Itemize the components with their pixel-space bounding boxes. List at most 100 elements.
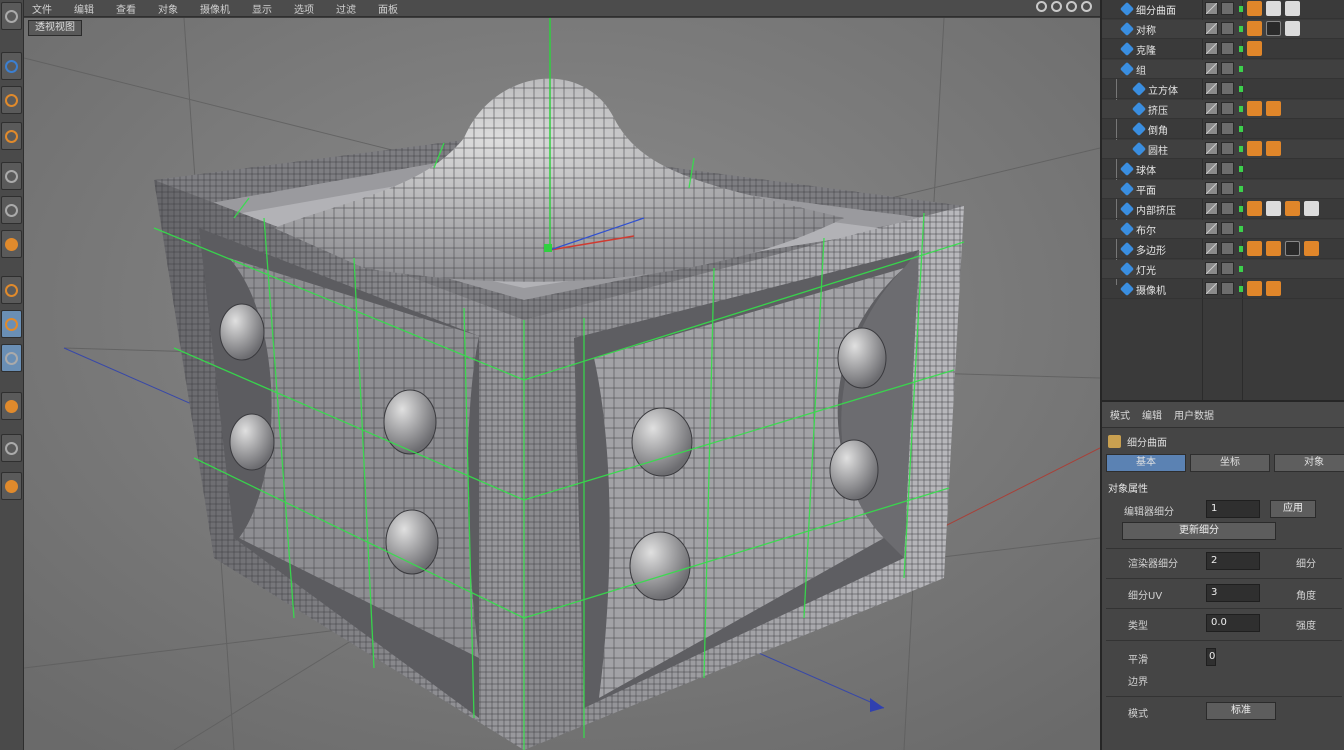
orbit-icon[interactable] — [1066, 1, 1077, 12]
object-name[interactable]: 圆柱 — [1148, 142, 1168, 157]
enabled-indicator[interactable] — [1239, 186, 1243, 192]
live-select-button[interactable] — [1, 162, 22, 190]
menu-display[interactable]: 显示 — [252, 1, 272, 16]
tab-coord[interactable]: 坐标 — [1190, 454, 1270, 472]
visibility-toggle[interactable] — [1205, 122, 1218, 135]
tag-icon[interactable] — [1304, 201, 1319, 216]
enabled-indicator[interactable] — [1239, 66, 1243, 72]
render-toggle[interactable] — [1221, 282, 1234, 295]
attr-menu-userdata[interactable]: 用户数据 — [1174, 407, 1214, 422]
enabled-indicator[interactable] — [1239, 286, 1243, 292]
render-toggle[interactable] — [1221, 102, 1234, 115]
object-row[interactable]: 细分曲面 — [1102, 0, 1344, 19]
object-name[interactable]: 克隆 — [1136, 42, 1156, 57]
menu-panel[interactable]: 面板 — [378, 1, 398, 16]
object-name[interactable]: 挤压 — [1148, 102, 1168, 117]
subdivision-button[interactable] — [1, 310, 22, 338]
knife-tool-button[interactable] — [1, 196, 22, 224]
render-toggle[interactable] — [1221, 2, 1234, 15]
mode-dropdown[interactable]: 标准 — [1206, 702, 1276, 720]
enabled-indicator[interactable] — [1239, 106, 1243, 112]
object-row[interactable]: 组 — [1102, 60, 1344, 79]
render-toggle[interactable] — [1221, 182, 1234, 195]
object-name[interactable]: 摄像机 — [1136, 282, 1166, 297]
tag-icon[interactable] — [1247, 1, 1262, 16]
object-row[interactable]: 克隆 — [1102, 40, 1344, 59]
editor-subdiv-field[interactable]: 1 — [1206, 500, 1260, 518]
pen-tool-button[interactable] — [1, 276, 22, 304]
tag-icon[interactable] — [1247, 21, 1262, 36]
tag-icon[interactable] — [1247, 41, 1262, 56]
object-row[interactable]: 内部挤压 — [1102, 200, 1344, 219]
visibility-toggle[interactable] — [1205, 182, 1218, 195]
object-row[interactable]: 倒角 — [1102, 120, 1344, 139]
render-toggle[interactable] — [1221, 202, 1234, 215]
render-toggle[interactable] — [1221, 22, 1234, 35]
light-button[interactable] — [1, 472, 22, 500]
zoom-icon[interactable] — [1051, 1, 1062, 12]
object-row[interactable]: 球体 — [1102, 160, 1344, 179]
render-toggle[interactable] — [1221, 162, 1234, 175]
tag-icon[interactable] — [1247, 281, 1262, 296]
menu-camera[interactable]: 摄像机 — [200, 1, 230, 16]
menu-edit[interactable]: 编辑 — [74, 1, 94, 16]
object-name[interactable]: 内部挤压 — [1136, 202, 1176, 217]
menu-object[interactable]: 对象 — [158, 1, 178, 16]
object-name[interactable]: 球体 — [1136, 162, 1156, 177]
menu-filter[interactable]: 过滤 — [336, 1, 356, 16]
enabled-indicator[interactable] — [1239, 6, 1243, 12]
tag-icon[interactable] — [1266, 241, 1281, 256]
render-toggle[interactable] — [1221, 42, 1234, 55]
viewport-tab[interactable]: 透视视图 — [28, 20, 82, 36]
visibility-toggle[interactable] — [1205, 82, 1218, 95]
tag-icon[interactable] — [1266, 281, 1281, 296]
menu-view[interactable]: 查看 — [116, 1, 136, 16]
tag-icon[interactable] — [1285, 21, 1300, 36]
tag-icon[interactable] — [1266, 21, 1281, 36]
object-name[interactable]: 组 — [1136, 62, 1146, 77]
tab-basic[interactable]: 基本 — [1106, 454, 1186, 472]
visibility-toggle[interactable] — [1205, 202, 1218, 215]
tag-icon[interactable] — [1266, 1, 1281, 16]
render-toggle[interactable] — [1221, 262, 1234, 275]
update-subdiv-button[interactable]: 更新细分 — [1122, 522, 1276, 540]
render-toggle[interactable] — [1221, 222, 1234, 235]
tag-icon[interactable] — [1266, 141, 1281, 156]
visibility-toggle[interactable] — [1205, 62, 1218, 75]
visibility-toggle[interactable] — [1205, 2, 1218, 15]
object-row[interactable]: 平面 — [1102, 180, 1344, 199]
enabled-indicator[interactable] — [1239, 26, 1243, 32]
object-row[interactable]: 多边形 — [1102, 240, 1344, 259]
render-toggle[interactable] — [1221, 242, 1234, 255]
pan-icon[interactable] — [1036, 1, 1047, 12]
object-row[interactable]: 布尔 — [1102, 220, 1344, 239]
tag-icon[interactable] — [1266, 101, 1281, 116]
scene-button[interactable] — [1, 434, 22, 462]
maximize-icon[interactable] — [1081, 1, 1092, 12]
attr-menu-edit[interactable]: 编辑 — [1142, 407, 1162, 422]
tag-icon[interactable] — [1266, 201, 1281, 216]
object-row[interactable]: 摄像机 — [1102, 280, 1344, 299]
tag-icon[interactable] — [1285, 201, 1300, 216]
tag-icon[interactable] — [1247, 101, 1262, 116]
visibility-toggle[interactable] — [1205, 142, 1218, 155]
object-row[interactable]: 圆柱 — [1102, 140, 1344, 159]
enabled-indicator[interactable] — [1239, 266, 1243, 272]
type-field[interactable]: 0.0 — [1206, 614, 1260, 632]
enabled-indicator[interactable] — [1239, 246, 1243, 252]
tag-icon[interactable] — [1247, 201, 1262, 216]
object-name[interactable]: 立方体 — [1148, 82, 1178, 97]
object-name[interactable]: 灯光 — [1136, 262, 1156, 277]
3d-viewport[interactable] — [24, 18, 1100, 750]
paint-tool-button[interactable] — [1, 230, 22, 258]
object-name[interactable]: 平面 — [1136, 182, 1156, 197]
attr-menu-mode[interactable]: 模式 — [1110, 407, 1130, 422]
visibility-toggle[interactable] — [1205, 42, 1218, 55]
object-name[interactable]: 多边形 — [1136, 242, 1166, 257]
tag-icon[interactable] — [1247, 241, 1262, 256]
move-tool-button[interactable] — [1, 52, 22, 80]
enabled-indicator[interactable] — [1239, 126, 1243, 132]
rotate-tool-button[interactable] — [1, 122, 22, 150]
enabled-indicator[interactable] — [1239, 206, 1243, 212]
render-toggle[interactable] — [1221, 142, 1234, 155]
